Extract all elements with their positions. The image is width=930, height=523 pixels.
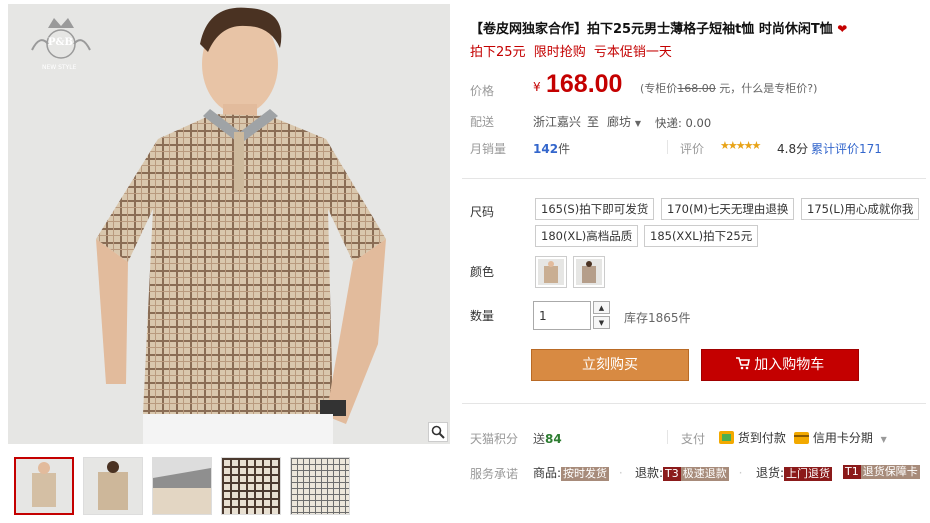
section-divider-2 <box>462 403 926 404</box>
monthly-sales-unit: 件 <box>558 142 571 156</box>
delivery-destination: 廊坊 <box>607 115 632 129</box>
color-option-2[interactable] <box>573 256 605 288</box>
delivery-destination-select[interactable]: 廊坊 ▼ <box>607 113 641 130</box>
service-return: 退货: 上门退货 <box>756 464 833 481</box>
service-t1: T1 退货保障卡 <box>843 464 920 479</box>
cod-payment[interactable]: 货到付款 <box>719 429 786 447</box>
thumbnail-4[interactable] <box>221 457 281 515</box>
price-label: 价格 <box>470 84 495 98</box>
brand-logo: P&B NEW STYLE <box>26 14 96 84</box>
installment-label: 信用卡分期 <box>812 431 873 445</box>
size-option-xxl[interactable]: 185(XXL)拍下25元 <box>644 225 759 247</box>
quantity-increase-button[interactable]: ▲ <box>593 301 610 314</box>
price-note: (专柜价168.00 元，什么是专柜价?) <box>640 80 817 96</box>
size-label: 尺码 <box>470 205 495 219</box>
delivery-to-word: 至 <box>587 115 600 129</box>
stock-text: 库存1865件 <box>624 311 691 325</box>
service-refund-badge: T3 <box>663 467 681 481</box>
service-t1-tag: 退货保障卡 <box>860 465 920 479</box>
quantity-label: 数量 <box>470 309 495 323</box>
service-refund-tag: 极速退款 <box>680 467 729 481</box>
size-option-xl[interactable]: 180(XL)高档品质 <box>535 225 639 247</box>
points-divider <box>667 430 668 444</box>
magnifier-icon <box>431 425 445 439</box>
service-return-tag: 上门退货 <box>784 467 833 481</box>
tmall-points-label: 天猫积分 <box>470 432 519 446</box>
main-product-image[interactable]: P&B NEW STYLE <box>8 4 450 444</box>
monthly-sales-label: 月销量 <box>470 142 507 156</box>
color-option-1[interactable] <box>535 256 567 288</box>
rating-label: 评价 <box>680 142 705 156</box>
heart-icon: ❤ <box>837 22 848 36</box>
tmall-points: 送84 <box>533 430 562 447</box>
original-price: 168.00 <box>677 82 716 95</box>
delivery-label: 配送 <box>470 115 495 129</box>
service-goods: 商品: 按时发货 · <box>533 464 623 481</box>
price-value: 168.00 <box>546 70 623 98</box>
payment-label: 支付 <box>681 432 706 446</box>
points-value: 84 <box>545 432 562 446</box>
rating-stars: ★★★★★ <box>720 139 761 152</box>
brand-logo-subtext: NEW STYLE <box>42 64 77 71</box>
review-count-link[interactable]: 累计评价171 <box>811 140 882 157</box>
cash-icon <box>719 431 734 447</box>
size-option-s[interactable]: 165(S)拍下即可发货 <box>535 198 655 220</box>
rating-score: 4.8分 <box>777 142 809 156</box>
thumbnail-3[interactable] <box>152 457 212 515</box>
thumbnail-1[interactable] <box>14 457 74 515</box>
brand-logo-text: P&B <box>48 37 73 48</box>
price-note-prefix: (专柜价 <box>640 82 678 95</box>
subtitle-part-2: 限时抢购 <box>533 45 586 60</box>
product-subtitle: 拍下25元 限时抢购 亏本促销一天 <box>470 41 672 60</box>
chevron-up-icon: ▲ <box>598 303 605 312</box>
quantity-input[interactable]: 1 <box>533 301 591 330</box>
credit-card-icon <box>794 432 809 447</box>
service-return-label: 退货: <box>756 466 785 480</box>
cod-label: 货到付款 <box>737 431 786 445</box>
monthly-sales: 142件 <box>533 140 570 157</box>
price-help-link[interactable]: 什么是专柜价? <box>741 82 813 95</box>
thumbnail-2[interactable] <box>83 457 143 515</box>
delivery-from: 浙江嘉兴 <box>533 115 582 129</box>
thumbnail-5[interactable] <box>290 457 350 515</box>
chevron-down-icon: ▼ <box>634 119 641 128</box>
cart-icon <box>735 357 754 373</box>
service-refund-label: 退款: <box>635 466 664 480</box>
service-separator-dot: · <box>618 466 623 480</box>
product-title: 【卷皮网独家合作】拍下25元男士薄格子短袖t恤 时尚休闲T恤 ❤ <box>470 18 925 37</box>
price-note-suffix: 元， <box>715 82 742 95</box>
subtitle-part-3: 亏本促销一天 <box>593 45 672 60</box>
points-prefix: 送 <box>533 432 546 446</box>
service-refund: 退款: T3 极速退款 · <box>635 464 742 481</box>
service-goods-label: 商品: <box>533 466 562 480</box>
chevron-down-icon: ▼ <box>598 318 605 327</box>
monthly-sales-count: 142 <box>533 142 559 156</box>
installment-payment[interactable]: 信用卡分期 ▼ <box>794 429 887 447</box>
currency-symbol: ¥ <box>533 80 541 94</box>
thumbnail-strip <box>14 457 350 515</box>
add-to-cart-button[interactable]: 加入购物车 <box>701 349 859 381</box>
service-goods-tag: 按时发货 <box>561 467 610 481</box>
chevron-down-icon: ▼ <box>880 435 887 444</box>
service-label: 服务承诺 <box>470 467 519 481</box>
zoom-button[interactable] <box>428 422 448 442</box>
add-to-cart-label: 加入购物车 <box>754 357 825 373</box>
size-option-m[interactable]: 170(M)七天无理由退换 <box>661 198 795 220</box>
quantity-decrease-button[interactable]: ▼ <box>593 316 610 329</box>
service-t1-badge: T1 <box>843 465 861 479</box>
section-divider-1 <box>462 178 926 179</box>
color-label: 颜色 <box>470 265 495 279</box>
size-option-l[interactable]: 175(L)用心成就你我 <box>801 198 920 220</box>
buy-now-button[interactable]: 立刻购买 <box>531 349 689 381</box>
price-note-close: ) <box>813 82 818 95</box>
delivery-fee: 快递: 0.00 <box>655 116 712 130</box>
subtitle-part-1: 拍下25元 <box>470 45 526 60</box>
service-separator-dot: · <box>738 466 743 480</box>
sales-divider <box>667 140 668 154</box>
product-title-text: 【卷皮网独家合作】拍下25元男士薄格子短袖t恤 时尚休闲T恤 <box>470 22 833 37</box>
